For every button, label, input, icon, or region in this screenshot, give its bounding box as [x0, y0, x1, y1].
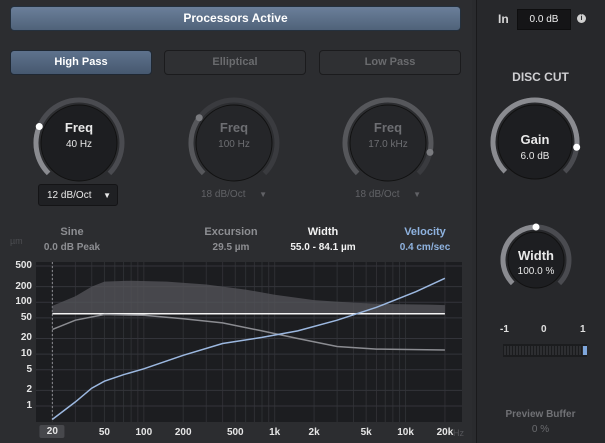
gain-knob[interactable]: Gain 6.0 dB — [489, 96, 581, 188]
low-pass-slope-select[interactable]: 18 dB/Oct ▼ — [347, 184, 427, 206]
knob-value: 17.0 kHz — [368, 139, 408, 150]
y-tick-label: 2 — [26, 384, 32, 396]
meter-canvas — [504, 346, 587, 355]
y-unit-label: µm — [10, 236, 23, 246]
excursion-envelope — [52, 280, 445, 314]
excursion-graph — [36, 262, 462, 422]
y-tick-label: 10 — [20, 348, 32, 360]
slope-value: 18 dB/Oct — [201, 189, 246, 200]
stat-velocity: Velocity 0.4 cm/sec — [385, 226, 465, 253]
stat-value: 0.0 dB Peak — [43, 242, 101, 253]
stat-sine: Sine 0.0 dB Peak — [34, 226, 110, 253]
stat-label: Excursion — [204, 226, 258, 238]
side-panel — [476, 0, 605, 443]
y-tick-label: 5 — [26, 363, 32, 375]
x-tick-label: 500 — [226, 427, 244, 438]
x-tick-label: 100 — [135, 427, 153, 438]
stat-value: 29.5 µm — [212, 242, 250, 253]
meter-label-mid: 0 — [541, 324, 547, 335]
knob-value: 100.0 % — [517, 266, 555, 277]
knob-label: Width — [518, 248, 554, 263]
knob-label: Gain — [520, 132, 550, 147]
slope-value: 18 dB/Oct — [355, 189, 400, 200]
y-tick-label: 50 — [20, 311, 32, 323]
x-tick-label: 200 — [174, 427, 192, 438]
meter-indicator — [583, 346, 587, 355]
stat-value: 0.4 cm/sec — [399, 242, 451, 253]
stat-width: Width 55.0 - 84.1 µm — [278, 226, 368, 253]
high-pass-freq-knob[interactable]: Freq 40 Hz — [32, 96, 126, 190]
knob-indicator — [532, 223, 540, 231]
x-tick-label: 5k — [360, 427, 372, 438]
preview-buffer-value: 0 % — [531, 424, 550, 435]
x-tick-label: 1k — [269, 427, 281, 438]
high-pass-slope-select[interactable]: 12 dB/Oct ▼ — [38, 184, 118, 206]
chevron-down-icon: ▼ — [103, 191, 111, 200]
y-tick-label: 200 — [15, 280, 32, 292]
disc-cut-title: DISC CUT — [512, 70, 569, 84]
slope-value: 12 dB/Oct — [47, 190, 92, 201]
elliptical-slope-select[interactable]: 18 dB/Oct ▼ — [193, 184, 273, 206]
stat-value: 55.0 - 84.1 µm — [290, 242, 356, 253]
knob-value: 40 Hz — [65, 139, 93, 150]
graph-canvas — [36, 262, 462, 422]
knob-value: 100 Hz — [218, 139, 250, 150]
high-pass-button[interactable]: High Pass — [10, 50, 152, 75]
y-tick-label: 500 — [15, 260, 32, 271]
x-tick-label: 20k — [436, 427, 454, 438]
x-tick-label-selected[interactable]: 20 — [39, 425, 65, 438]
input-gain-label: In — [498, 12, 509, 26]
correlation-meter — [503, 344, 587, 357]
input-gain-field[interactable]: 0.0 dB — [517, 9, 571, 30]
stat-label: Velocity — [404, 226, 446, 238]
x-tick-label: 2k — [308, 427, 320, 438]
preview-buffer-label: Preview Buffer — [505, 409, 576, 420]
x-unit-label: Hz — [453, 428, 464, 438]
width-knob[interactable]: Width 100.0 % — [499, 223, 573, 297]
processors-active-button[interactable]: Processors Active — [10, 6, 461, 31]
y-tick-label: 100 — [15, 296, 32, 308]
x-tick-label: 10k — [397, 427, 414, 438]
x-tick-label: 50 — [98, 427, 110, 438]
knob-label: Freq — [373, 120, 403, 135]
knob-value: 6.0 dB — [520, 151, 550, 162]
knob-label: Freq — [219, 120, 249, 135]
chevron-down-icon: ▼ — [413, 190, 421, 199]
meter-label-min: -1 — [500, 324, 509, 335]
stat-label: Sine — [60, 226, 84, 238]
low-pass-button[interactable]: Low Pass — [319, 50, 461, 75]
y-tick-label: 20 — [20, 332, 32, 344]
excursion-curve — [52, 313, 445, 351]
stat-excursion: Excursion 29.5 µm — [192, 226, 270, 253]
meter-label-max: 1 — [580, 324, 586, 335]
stat-label: Width — [307, 226, 339, 238]
low-pass-freq-knob[interactable]: Freq 17.0 kHz — [341, 96, 435, 190]
chevron-down-icon: ▼ — [259, 190, 267, 199]
info-icon[interactable]: i — [577, 14, 586, 23]
y-tick-label: 1 — [26, 399, 32, 411]
knob-label: Freq — [64, 120, 94, 135]
elliptical-freq-knob[interactable]: Freq 100 Hz — [187, 96, 281, 190]
elliptical-button[interactable]: Elliptical — [164, 50, 306, 75]
